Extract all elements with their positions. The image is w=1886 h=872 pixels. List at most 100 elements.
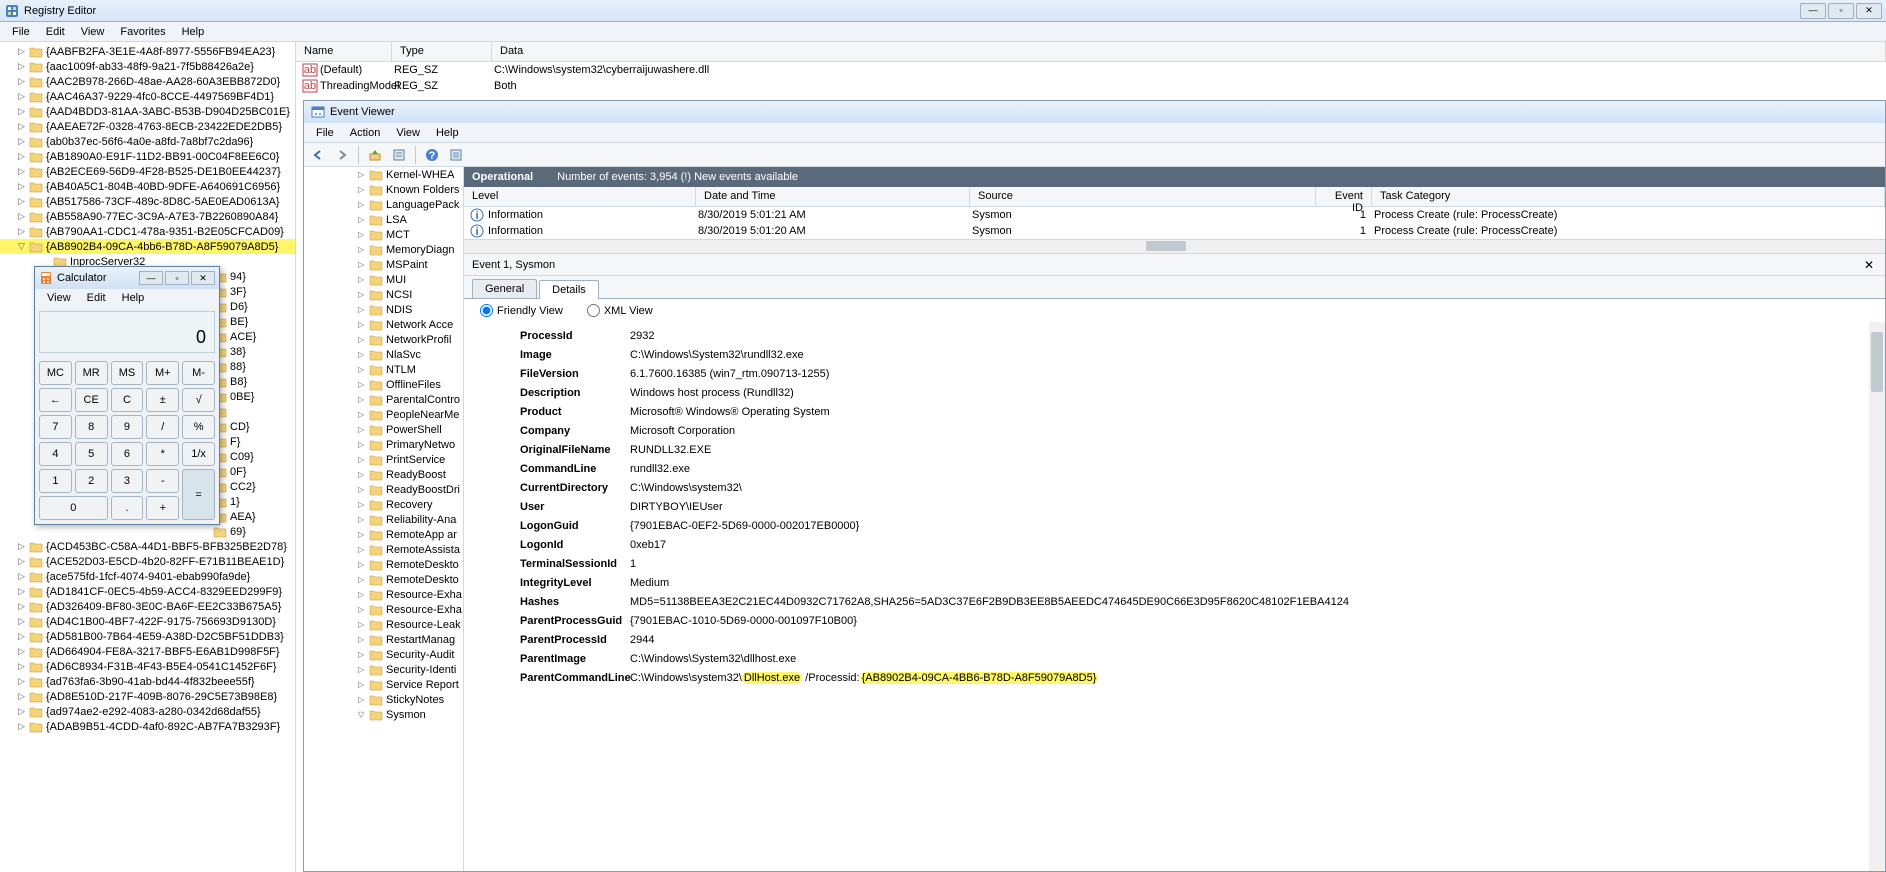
calc-key[interactable]: 4 [39, 442, 72, 466]
ev-tree-item[interactable]: ▷PrintService [358, 452, 463, 467]
ev-menu-action[interactable]: Action [342, 125, 389, 141]
expand-icon[interactable]: ▷ [16, 226, 27, 237]
ev-tree-item[interactable]: ▷LanguagePack [358, 197, 463, 212]
tree-item[interactable]: ▷{AAC2B978-266D-48ae-AA28-60A3EBB872D0} [0, 74, 295, 89]
tree-item[interactable]: ▷{ACD453BC-C58A-44D1-BBF5-BFB325BE2D78} [0, 539, 295, 554]
tree-item[interactable]: ▷{AB2ECE69-56D9-4F28-B525-DE1B0EE44237} [0, 164, 295, 179]
ev-tree-item[interactable]: ▷NTLM [358, 362, 463, 377]
value-row[interactable]: abThreadingModelREG_SZBoth [296, 78, 1886, 94]
tree-item[interactable]: ▷{AD4C1B00-4BF7-422F-9175-756693D9130D} [0, 614, 295, 629]
calc-key[interactable]: C [111, 388, 144, 412]
ev-hscroll[interactable] [464, 239, 1885, 253]
tree-item[interactable]: ▷{ace575fd-1fcf-4074-9401-ebab990fa9de} [0, 569, 295, 584]
calc-key[interactable]: 1/x [182, 442, 215, 466]
ev-tree-item[interactable]: ▷LSA [358, 212, 463, 227]
ev-tree-item[interactable]: ▷Kernel-WHEA [358, 167, 463, 182]
ev-tree-item[interactable]: ▷ReadyBoost [358, 467, 463, 482]
ev-tree-item[interactable]: ▷PrimaryNetwo [358, 437, 463, 452]
expand-icon[interactable]: ▷ [16, 541, 27, 552]
menu-help[interactable]: Help [174, 24, 213, 40]
tree-item[interactable]: ▷{AD581B00-7B64-4E59-A38D-D2C5BF51DDB3} [0, 629, 295, 644]
event-row[interactable]: iInformation8/30/2019 5:01:20 AMSysmon1P… [464, 223, 1885, 239]
col-name[interactable]: Name [296, 42, 392, 61]
tree-item[interactable]: ▷{AAC46A37-9229-4fc0-8CCE-4497569BF4D1} [0, 89, 295, 104]
ev-tree-item[interactable]: ▷MCT [358, 227, 463, 242]
calc-maximize[interactable]: ▫ [165, 271, 189, 285]
tree-item[interactable]: ▷{AD326409-BF80-3E0C-BA6F-EE2C33B675A5} [0, 599, 295, 614]
expand-icon[interactable]: ▷ [16, 556, 27, 567]
calc-key[interactable]: = [182, 469, 215, 520]
calc-key[interactable]: MC [39, 361, 72, 385]
expand-icon[interactable] [200, 526, 211, 537]
ev-titlebar[interactable]: Event Viewer [304, 101, 1885, 123]
tree-item[interactable]: ▷{AD6C8934-F31B-4F43-B5E4-0541C1452F6F} [0, 659, 295, 674]
calc-key[interactable]: MR [75, 361, 108, 385]
ev-tree-item[interactable]: ▷RemoteApp ar [358, 527, 463, 542]
expand-icon[interactable]: ▷ [16, 61, 27, 72]
expand-icon[interactable]: ▷ [16, 136, 27, 147]
calc-minimize[interactable]: — [139, 271, 163, 285]
calc-key[interactable]: MS [111, 361, 144, 385]
expand-icon[interactable]: ▷ [16, 91, 27, 102]
ev-tree-item[interactable]: ▷StickyNotes [358, 692, 463, 707]
tree-item[interactable]: ▽{AB8902B4-09CA-4bb6-B78D-A8F59079A8D5} [0, 239, 295, 254]
expand-icon[interactable]: ▷ [16, 46, 27, 57]
ev-tree-item[interactable]: ▷Reliability-Ana [358, 512, 463, 527]
expand-icon[interactable]: ▷ [16, 586, 27, 597]
ev-tree-item[interactable]: ▷RestartManag [358, 632, 463, 647]
expand-icon[interactable]: ▷ [16, 616, 27, 627]
expand-icon[interactable]: ▷ [16, 646, 27, 657]
minimize-button[interactable]: — [1800, 3, 1826, 19]
value-row[interactable]: ab(Default)REG_SZC:\Windows\system32\cyb… [296, 62, 1886, 78]
tree-item[interactable]: ▷{AB517586-73CF-489c-8D8C-5AE0EAD0613A} [0, 194, 295, 209]
calc-titlebar[interactable]: Calculator — ▫ ✕ [35, 267, 219, 289]
regedit-titlebar[interactable]: Registry Editor — ▫ ✕ [0, 0, 1886, 22]
calc-close[interactable]: ✕ [191, 271, 215, 285]
calc-key[interactable]: 1 [39, 469, 72, 493]
calc-key[interactable]: . [111, 496, 144, 520]
tree-item[interactable]: ▷{AABFB2FA-3E1E-4A8f-8977-5556FB94EA23} [0, 44, 295, 59]
menu-favorites[interactable]: Favorites [112, 24, 173, 40]
ev-tree-item[interactable]: ▷Security-Identi [358, 662, 463, 677]
expand-icon[interactable]: ▷ [16, 76, 27, 87]
calc-key[interactable]: CE [75, 388, 108, 412]
col-datetime[interactable]: Date and Time [696, 187, 970, 206]
calc-menu-view[interactable]: View [39, 291, 79, 305]
tree-item[interactable]: ▷{AD664904-FE8A-3217-BBF5-E6AB1D998F5F} [0, 644, 295, 659]
calc-key[interactable]: 5 [75, 442, 108, 466]
col-eventid[interactable]: Event ID [1316, 187, 1372, 206]
vscroll[interactable] [1869, 322, 1885, 871]
calc-key[interactable]: 9 [111, 415, 144, 439]
calc-key[interactable]: - [146, 469, 179, 493]
ev-tree-item[interactable]: ▷PeopleNearMe [358, 407, 463, 422]
calc-key[interactable]: 8 [75, 415, 108, 439]
tab-general[interactable]: General [472, 279, 537, 298]
expand-icon[interactable]: ▷ [16, 601, 27, 612]
maximize-button[interactable]: ▫ [1828, 3, 1854, 19]
calc-key[interactable]: ← [39, 388, 72, 412]
tree-item[interactable]: ▷{ad763fa6-3b90-41ab-bd44-4f832beee55f} [0, 674, 295, 689]
expand-icon[interactable]: ▷ [16, 151, 27, 162]
event-row[interactable]: iInformation8/30/2019 5:01:21 AMSysmon1P… [464, 207, 1885, 223]
close-detail-button[interactable]: ✕ [1861, 258, 1877, 272]
forward-button[interactable] [332, 145, 352, 165]
ev-tree-item[interactable]: ▽Sysmon [358, 707, 463, 722]
col-type[interactable]: Type [392, 42, 492, 61]
calc-key[interactable]: 6 [111, 442, 144, 466]
calc-key[interactable]: 3 [111, 469, 144, 493]
tab-details[interactable]: Details [539, 280, 599, 299]
calc-key[interactable]: + [146, 496, 179, 520]
ev-tree-item[interactable]: ▷PowerShell [358, 422, 463, 437]
expand-icon[interactable]: ▷ [16, 196, 27, 207]
calc-key[interactable]: 7 [39, 415, 72, 439]
col-level[interactable]: Level [464, 187, 696, 206]
expand-icon[interactable]: ▷ [16, 166, 27, 177]
friendly-view-radio[interactable]: Friendly View [480, 304, 563, 317]
tree-item[interactable]: ▷{AD8E510D-217F-409B-8076-29C5E73B98E8} [0, 689, 295, 704]
expand-icon[interactable]: ▷ [16, 706, 27, 717]
calc-key[interactable]: * [146, 442, 179, 466]
refresh-button[interactable] [446, 145, 466, 165]
menu-file[interactable]: File [4, 24, 38, 40]
ev-tree-item[interactable]: ▷ParentalContro [358, 392, 463, 407]
ev-menu-file[interactable]: File [308, 125, 342, 141]
